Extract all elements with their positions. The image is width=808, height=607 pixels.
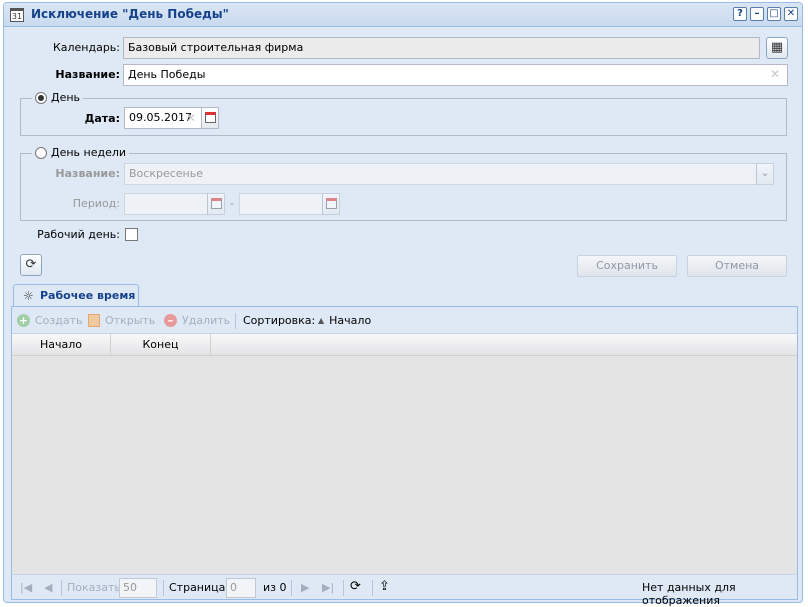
close-button[interactable]: ✕ (784, 7, 798, 21)
document-icon (88, 314, 100, 327)
page-label: Страница (169, 581, 226, 594)
calendar-icon: ▦ (770, 40, 784, 55)
pager-divider (372, 580, 373, 596)
tab-working-time[interactable]: ☼ Рабочее время (13, 284, 139, 307)
open-label: Открыть (105, 314, 156, 327)
column-header-end[interactable]: Конец (111, 334, 211, 356)
open-button[interactable]: Открыть (88, 314, 155, 327)
create-button[interactable]: + Создать (17, 314, 83, 327)
refresh-icon[interactable]: ⟳ (350, 579, 361, 594)
weekday-radio-group[interactable]: День недели (32, 146, 130, 159)
delete-button[interactable]: – Удалить (164, 314, 230, 327)
last-page-icon[interactable]: ▶| (322, 581, 334, 594)
period-start-input[interactable] (124, 193, 208, 215)
period-label: Период: (72, 197, 120, 210)
pager-status: Нет данных для отображения (642, 581, 736, 607)
grid-header: Начало Конец (12, 334, 797, 356)
date-label: Дата: (84, 112, 120, 125)
sort-label: Сортировка: (243, 314, 316, 327)
name-input[interactable]: День Победы (123, 64, 788, 86)
pager-divider (343, 580, 344, 596)
create-label: Создать (35, 314, 83, 327)
calendar-select-button[interactable]: ▦ (766, 37, 788, 59)
lightbulb-icon: ☼ (23, 289, 34, 303)
weekday-name-label: Название: (55, 167, 120, 180)
remove-icon: – (164, 314, 177, 327)
next-page-icon[interactable]: ▶ (301, 581, 309, 594)
tab-label: Рабочее время (40, 289, 136, 302)
show-label: Показать (67, 581, 121, 594)
refresh-button[interactable]: ⟳ (20, 254, 42, 276)
pager-divider (163, 580, 164, 596)
workday-checkbox[interactable] (125, 228, 138, 241)
delete-label: Удалить (182, 314, 231, 327)
grid-toolbar: + Создать Открыть – Удалить Сортировка: … (12, 307, 797, 334)
date-picker-icon (326, 198, 337, 209)
pager-toolbar: |◀ ◀ Показать 50 Страница 0 из 0 ▶ ▶| ⟳ … (12, 574, 797, 607)
exception-window: 31 Исключение "День Победы" ? – □ ✕ Кале… (3, 2, 803, 607)
sort-button[interactable]: ▲ Начало (318, 314, 371, 327)
day-legend: День (51, 91, 81, 104)
grid-body[interactable] (12, 356, 797, 575)
clear-icon[interactable]: ✕ (770, 67, 780, 81)
date-picker-button[interactable] (201, 107, 219, 129)
toolbar-divider (235, 313, 236, 329)
pager-divider (291, 580, 292, 596)
of-pages-label: из 0 (263, 581, 287, 594)
maximize-button[interactable]: □ (767, 7, 781, 21)
day-radio-group[interactable]: День (32, 91, 84, 104)
day-radio[interactable] (35, 91, 47, 104)
date-picker-icon (205, 112, 216, 123)
period-separator: - (230, 197, 234, 210)
prev-page-icon[interactable]: ◀ (44, 581, 52, 594)
clear-date-icon[interactable]: ✕ (186, 111, 196, 125)
calendar-field[interactable]: Базовый строительная фирма (123, 37, 760, 59)
period-end-input[interactable] (239, 193, 323, 215)
weekday-dropdown-button[interactable]: ⌄ (756, 163, 774, 185)
name-label: Название: (55, 68, 120, 81)
page-size-input[interactable]: 50 (119, 578, 157, 598)
period-start-picker-button[interactable] (207, 193, 225, 215)
cancel-button[interactable]: Отмена (687, 255, 787, 277)
weekday-select[interactable]: Воскресенье (124, 163, 757, 185)
date-picker-icon (211, 198, 222, 209)
working-time-panel: + Создать Открыть – Удалить Сортировка: … (11, 306, 798, 607)
window-title: Исключение "День Победы" (31, 7, 229, 21)
pager-divider (61, 580, 62, 596)
window-titlebar[interactable]: 31 Исключение "День Победы" ? – □ ✕ (4, 3, 802, 27)
page-number-input[interactable]: 0 (226, 578, 256, 598)
first-page-icon[interactable]: |◀ (20, 581, 32, 594)
chevron-down-icon: ⌄ (760, 166, 770, 179)
sort-value: Начало (329, 314, 372, 327)
refresh-icon: ⟳ (25, 257, 37, 272)
calendar-label: Календарь: (52, 41, 120, 54)
add-icon: + (17, 314, 30, 327)
weekday-radio[interactable] (35, 146, 47, 159)
period-end-picker-button[interactable] (322, 193, 340, 215)
weekday-legend: День недели (51, 146, 127, 159)
help-button[interactable]: ? (733, 7, 747, 21)
export-icon[interactable]: ⇪ (379, 579, 390, 594)
calendar-icon: 31 (10, 8, 24, 22)
minimize-button[interactable]: – (750, 7, 764, 21)
sort-asc-icon: ▲ (318, 316, 325, 325)
workday-label: Рабочий день: (37, 228, 120, 241)
save-button[interactable]: Сохранить (577, 255, 677, 277)
column-header-start[interactable]: Начало (12, 334, 111, 356)
